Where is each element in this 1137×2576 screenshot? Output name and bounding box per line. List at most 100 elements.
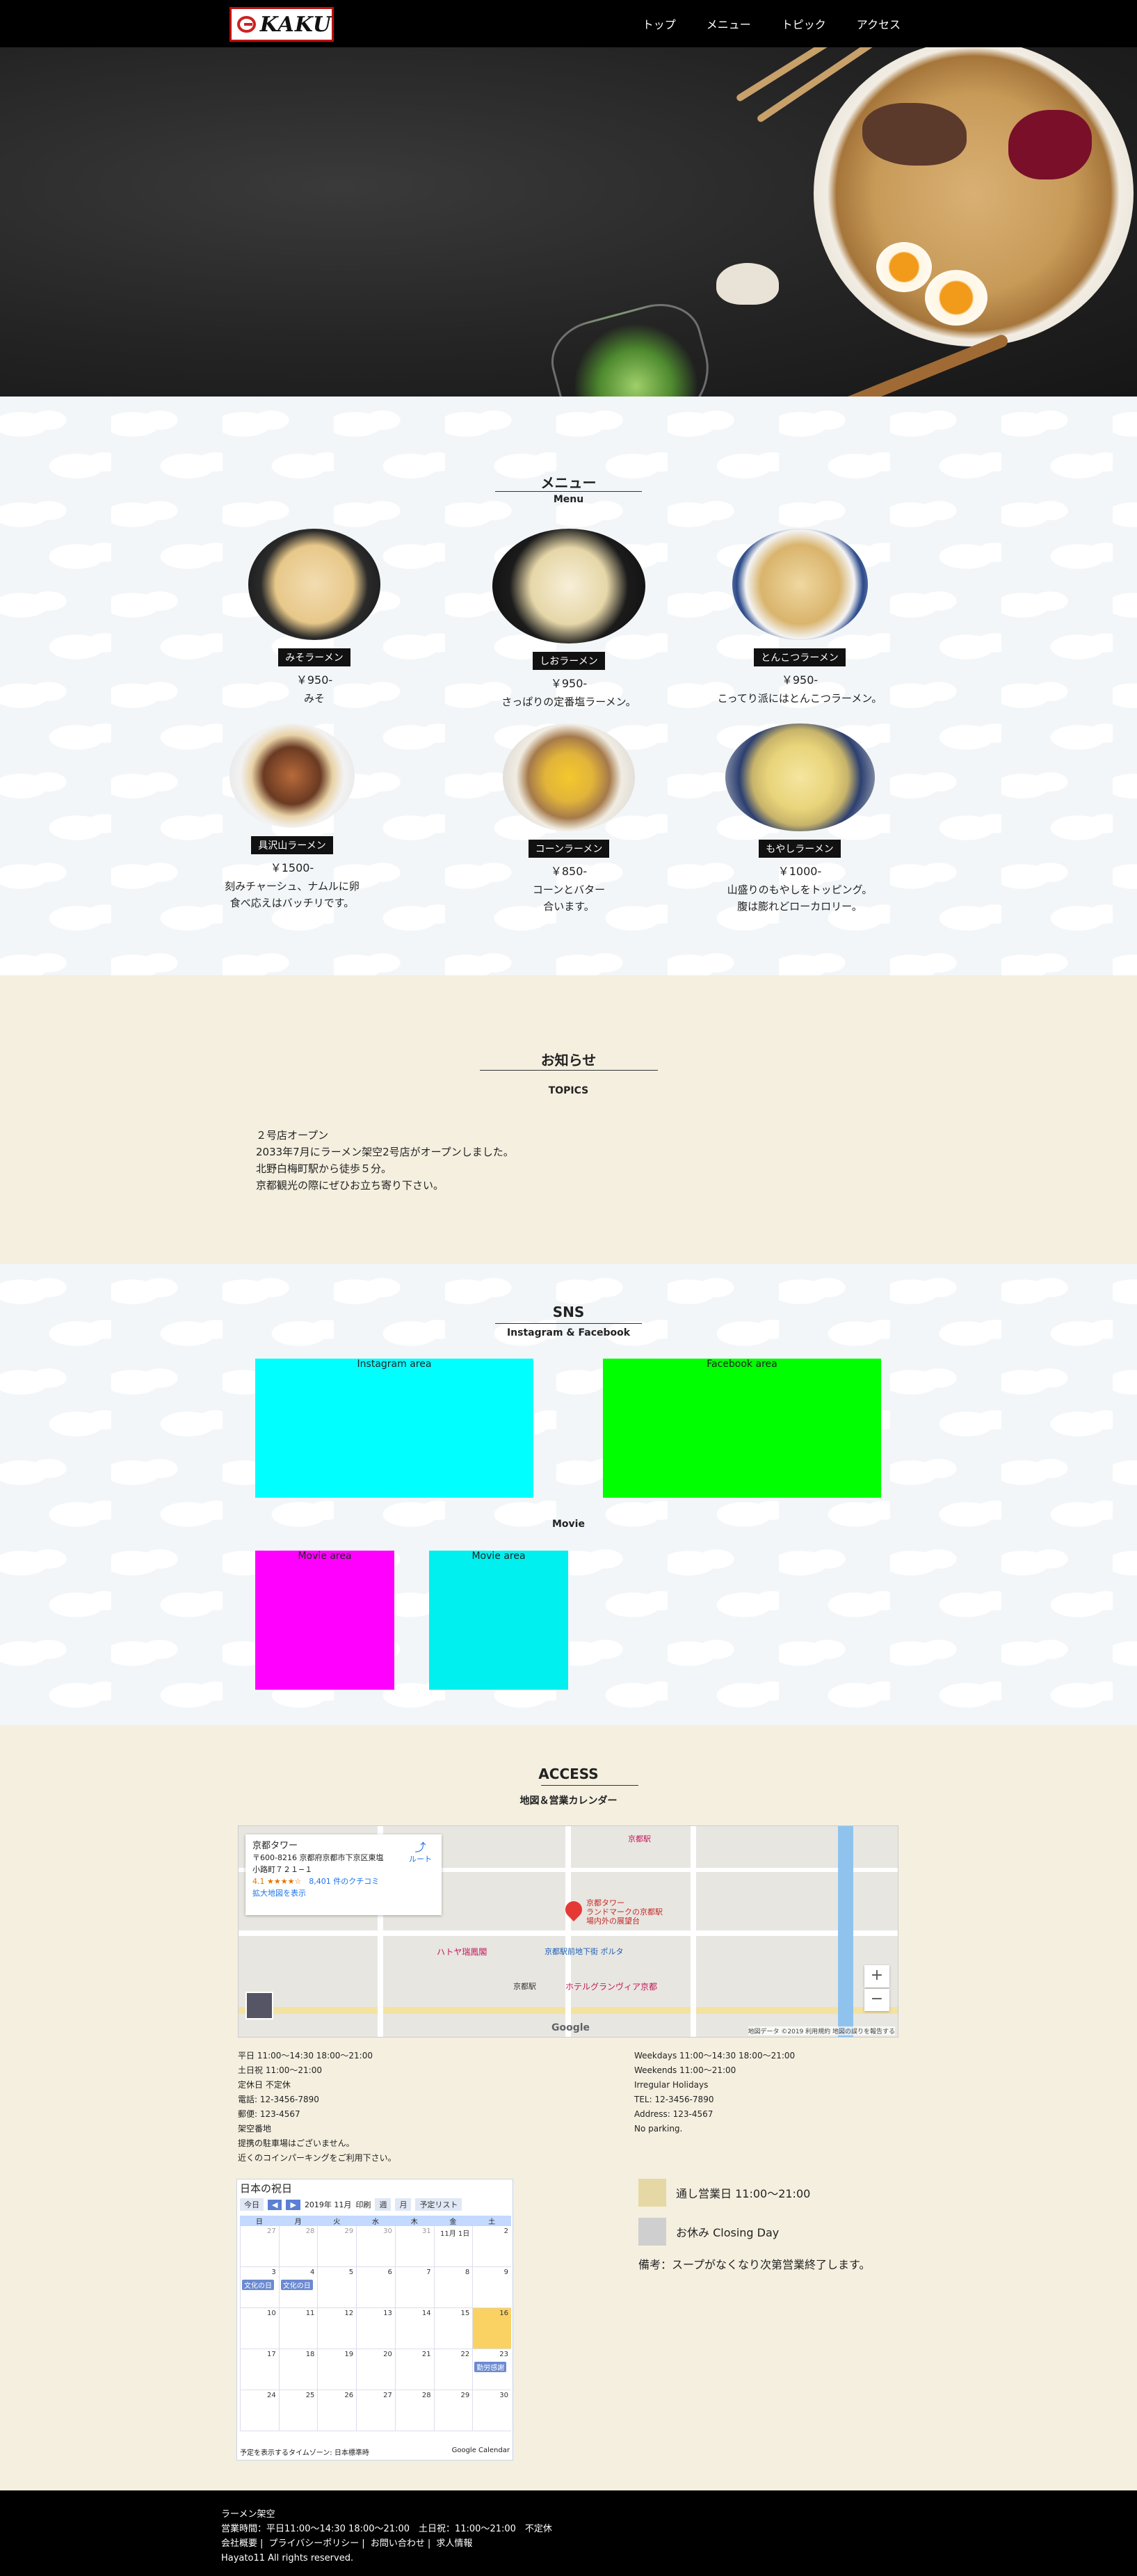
larger-map-link[interactable]: 拡大地図を表示 [252,1887,435,1899]
calendar-day[interactable]: 14 [394,2308,434,2349]
calendar-day[interactable]: 13 [356,2308,395,2349]
calendar-day[interactable]: 4 文化の日 [278,2267,318,2307]
menu-item: もやしラーメン ￥1000- 山盛りのもやしをトッピング。 腹は膨れどローカロリー… [688,723,911,915]
week-view-tab[interactable]: 週 [375,2198,392,2211]
holiday-event[interactable]: 勤労感謝 [474,2362,507,2372]
map-poi: 京都駅 [628,1834,651,1843]
instagram-area[interactable]: Instagram area [255,1359,533,1498]
print-button[interactable]: 印刷 [355,2199,371,2210]
dish-name: 具沢山ラーメン [251,836,333,854]
month-view-tab[interactable]: 月 [395,2198,412,2211]
calendar-day[interactable]: 11 [278,2308,318,2349]
info-jp: 平日 11:00〜14:30 18:00〜21:00 土日祝 11:00〜21:… [238,2051,396,2163]
nav-menu[interactable]: メニュー [707,15,751,32]
movie-area-1[interactable]: Movie area [255,1551,394,1690]
calendar-day[interactable]: 3 文化の日 [240,2267,279,2307]
route-icon: ⤴ [414,1841,426,1854]
movie-area-2[interactable]: Movie area [429,1551,568,1690]
calendar-grid: 日月火水木金土 27 28 29 30 31 11月 1日 2 3 文化の日 4文… [240,2216,511,2431]
calendar-day[interactable]: 26 [317,2390,356,2431]
logo-icon [237,16,256,33]
calendar-day[interactable]: 15 [433,2308,473,2349]
miso-ramen-image [248,529,380,640]
dish-desc: コーンとバター 合います。 [532,883,606,913]
holiday-event[interactable]: 文化の日 [280,2280,313,2290]
calendar-day[interactable]: 10 [240,2308,279,2349]
calendar-day[interactable]: 22 [433,2349,473,2390]
map-poi: 京都駅 [513,1982,536,1991]
map-road [565,1826,571,2037]
divider [480,1070,658,1071]
info-en: Weekdays 11:00〜14:30 18:00〜21:00 Weekend… [634,2051,796,2134]
legend-note: 備考：スープがなくなり次第営業終了します。 [638,2255,870,2272]
today-button[interactable]: 今日 [240,2198,264,2211]
calendar-day[interactable]: 27 [240,2226,279,2266]
nav-access[interactable]: アクセス [857,15,901,32]
calendar-day[interactable]: 18 [278,2349,318,2390]
zoom-in-button[interactable]: + [864,1965,889,1987]
movie-title: Movie [552,1519,585,1530]
dish-desc: 山盛りのもやしをトッピング。 腹は膨れどローカロリー。 [727,883,873,913]
menu-item: とんこつラーメン ￥950- こってり派にはとんこつラーメン。 [688,529,911,707]
calendar-day[interactable]: 7 [394,2267,434,2307]
footer-link-recruit[interactable]: 求人情報 [436,2538,472,2549]
mushroom-icon [716,263,779,305]
calendar-day[interactable]: 19 [317,2349,356,2390]
calendar-day[interactable]: 29 [433,2390,473,2431]
calendar-day[interactable]: 12 [317,2308,356,2349]
calendar-day[interactable]: 17 [240,2349,279,2390]
current-month[interactable]: 2019年 11月 [305,2199,352,2210]
schedule-view-tab[interactable]: 予定リスト [415,2198,462,2211]
nav-top[interactable]: トップ [643,15,676,32]
calendar-day[interactable]: 2 [472,2226,511,2266]
calendar-day[interactable]: 31 [394,2226,434,2266]
calendar-day[interactable]: 6 [356,2267,395,2307]
place-rating: 4.1 ★★★★☆ 8,401 件のクチコミ [252,1877,380,1886]
calendar-day[interactable]: 8 [433,2267,473,2307]
business-note: 備考：スープがなくなり次第営業終了します。 [638,2258,871,2271]
calendar-day[interactable]: 30 [472,2390,511,2431]
dish-price: ￥1000- [777,865,822,878]
footer-link-company[interactable]: 会社概要 [221,2538,257,2549]
calendar-day[interactable]: 25 [278,2390,318,2431]
zoom-out-button[interactable]: − [864,1989,889,2011]
calendar-day-today[interactable]: 16 [472,2308,511,2349]
moyashi-ramen-image [725,723,875,831]
prev-month-icon[interactable]: ◀ [268,2199,282,2210]
calendar-day[interactable]: 23 勤労感謝 [472,2349,511,2390]
holiday-event[interactable]: 文化の日 [242,2280,274,2290]
google-calendar-link[interactable]: Google Calendar [452,2447,510,2457]
calendar-day[interactable]: 5 [317,2267,356,2307]
calendar-day[interactable]: 24 [240,2390,279,2431]
footer-link-privacy[interactable]: プライバシーポリシー [269,2538,360,2549]
google-map[interactable]: 京都駅 京都駅前地下街 ポルタ ハトヤ瑞鳳閣 ホテルグランヴィア京都 京都駅 京… [238,1825,898,2038]
calendar-day[interactable]: 28 [278,2226,318,2266]
calendar-day[interactable]: 30 [356,2226,395,2266]
nav-topics[interactable]: トピック [782,15,826,32]
calendar-day[interactable]: 27 [356,2390,395,2431]
route-button[interactable]: ⤴ ルート [409,1841,432,1865]
site-logo[interactable]: KAKU [229,7,334,42]
calendar-day[interactable]: 20 [356,2349,395,2390]
footer-link-contact[interactable]: お問い合わせ [371,2538,425,2549]
legend-open: 通し営業日 11:00〜21:00 [638,2179,810,2207]
facebook-area[interactable]: Facebook area [603,1359,881,1498]
chashu-icon [862,103,967,166]
next-month-icon[interactable]: ▶ [286,2199,300,2210]
calendar-day[interactable]: 28 [394,2390,434,2431]
map-attribution[interactable]: 地図データ ©2019 利用規約 地図の誤りを報告する [748,2026,895,2035]
topic-line: 京都観光の際にぜひお立ち寄り下さい。 [256,1179,444,1192]
divider [495,491,642,492]
calendar-day[interactable]: 21 [394,2349,434,2390]
calendar-day[interactable]: 9 [472,2267,511,2307]
sns-title: SNS [552,1304,585,1320]
calendar-day[interactable]: 29 [317,2226,356,2266]
dish-name: とんこつラーメン [754,648,846,666]
footer-shop-name: ラーメン架空 [221,2509,275,2520]
satellite-toggle-icon[interactable] [245,1992,273,2019]
topic-article: ２号店オープン 2033年7月にラーメン架空2号店がオープンしました。 北野白梅… [256,1127,514,1194]
dish-price: ￥850- [550,865,588,878]
map-poi: ハトヤ瑞鳳閣 [437,1947,487,1957]
calendar-day[interactable]: 11月 1日 [433,2226,473,2266]
dish-name: もやしラーメン [759,840,841,858]
